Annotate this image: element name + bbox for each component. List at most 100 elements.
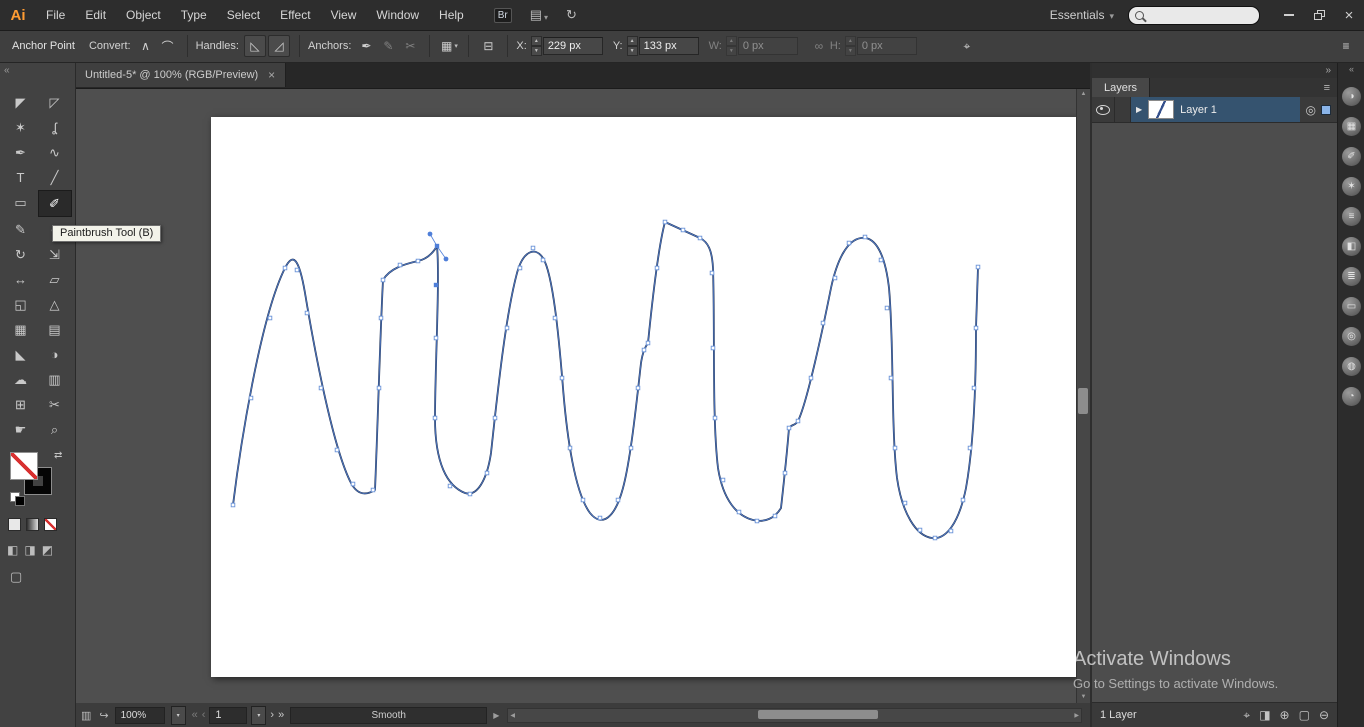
eyedropper-tool[interactable]: ◣ — [4, 342, 38, 367]
rectangle-tool[interactable]: ▭ — [4, 190, 38, 215]
width-tool[interactable]: ↔ — [4, 267, 38, 292]
artboards-panel-icon[interactable]: ▭ — [1342, 297, 1361, 316]
status-grid-icon[interactable]: ▥ — [81, 709, 91, 722]
zoom-level[interactable]: 100% — [114, 706, 165, 724]
canvas-area[interactable] — [75, 88, 1090, 703]
libraries-panel-icon[interactable]: ◔ — [1342, 387, 1361, 406]
w-input[interactable]: 0 px — [737, 37, 798, 55]
convert-corner-icon[interactable]: ∧ — [136, 36, 156, 56]
selection-tool[interactable]: ◤ — [4, 90, 38, 115]
bridge-icon[interactable]: Br — [493, 7, 512, 23]
symbols-panel-icon[interactable]: ✶ — [1342, 177, 1361, 196]
mesh-tool[interactable]: ▦ — [4, 317, 38, 342]
status-export-icon[interactable]: ↪ — [99, 709, 108, 722]
brushes-panel-icon[interactable]: ✐ — [1342, 147, 1361, 166]
gradient-panel-icon[interactable]: ◧ — [1342, 237, 1361, 256]
first-artboard-icon[interactable] — [192, 709, 198, 721]
menu-view[interactable]: View — [321, 0, 367, 30]
h-decrement[interactable] — [844, 46, 856, 56]
magic-wand-tool[interactable]: ✶ — [4, 115, 38, 140]
arrange-documents-icon[interactable]: ▤ — [530, 7, 548, 23]
minimize-button[interactable] — [1274, 0, 1304, 30]
scale-tool[interactable]: ⇲ — [38, 242, 72, 267]
y-decrement[interactable] — [626, 46, 638, 56]
status-display-field[interactable]: Smooth — [290, 706, 488, 724]
slice-tool[interactable]: ✂ — [38, 392, 72, 417]
link-dimensions-icon[interactable]: ∞ — [809, 36, 829, 56]
app-logo-icon[interactable]: Ai — [0, 7, 36, 24]
tab-close-icon[interactable]: × — [268, 68, 275, 82]
vertical-scroll-thumb[interactable] — [1078, 388, 1088, 414]
zoom-tool[interactable]: ⌕ — [38, 417, 72, 442]
gradient-tool[interactable]: ▤ — [38, 317, 72, 342]
artboard-tool[interactable]: ⊞ — [4, 392, 38, 417]
h-increment[interactable] — [844, 36, 856, 46]
menu-edit[interactable]: Edit — [75, 0, 116, 30]
previous-artboard-icon[interactable] — [202, 709, 206, 721]
cut-path-icon[interactable]: ✂ — [400, 36, 420, 56]
paintbrush-tool[interactable]: ✐ — [37, 190, 72, 217]
next-artboard-icon[interactable] — [270, 709, 274, 721]
gradient-button[interactable] — [26, 518, 39, 531]
new-layer-icon[interactable]: ▢ — [1299, 708, 1310, 723]
blend-tool[interactable]: ◑ — [38, 342, 72, 367]
fill-swatch[interactable] — [10, 452, 38, 480]
expand-dock-icon[interactable] — [1349, 64, 1354, 74]
collapse-tools-icon[interactable] — [4, 65, 10, 76]
workspace-switcher[interactable]: Essentials — [1050, 8, 1114, 22]
menu-help[interactable]: Help — [429, 0, 474, 30]
remove-anchor-icon[interactable]: ✒ — [356, 36, 376, 56]
h-input[interactable]: 0 px — [856, 37, 917, 55]
document-recovery-icon[interactable]: ↻ — [566, 7, 577, 23]
layer-name[interactable]: Layer 1 — [1180, 104, 1217, 116]
w-increment[interactable] — [725, 36, 737, 46]
tab-layers[interactable]: Layers — [1092, 78, 1151, 97]
swap-fill-stroke-icon[interactable] — [54, 450, 62, 461]
disclosure-icon[interactable] — [1136, 105, 1142, 114]
free-transform-tool[interactable]: ▱ — [38, 267, 72, 292]
target-icon[interactable] — [1306, 103, 1316, 117]
control-panel-menu-icon[interactable] — [1336, 36, 1356, 56]
transform-menu-icon[interactable]: ▦ — [439, 36, 459, 56]
new-sublayer-icon[interactable]: ⊕ — [1280, 708, 1290, 723]
menu-select[interactable]: Select — [217, 0, 270, 30]
status-expand-icon[interactable] — [493, 711, 499, 720]
close-button[interactable]: × — [1334, 0, 1364, 30]
artboard-number-input[interactable]: 1 — [209, 706, 248, 724]
artboard[interactable] — [211, 117, 1076, 677]
document-tab[interactable]: Untitled-5* @ 100% (RGB/Preview) × — [75, 62, 287, 87]
collapse-panel-icon[interactable] — [1325, 65, 1331, 76]
y-input[interactable]: 133 px — [638, 37, 699, 55]
artboard-dropdown-icon[interactable] — [251, 705, 267, 725]
appearance-panel-icon[interactable]: ◎ — [1342, 327, 1361, 346]
type-tool[interactable]: T — [4, 165, 38, 190]
lock-toggle[interactable] — [1115, 97, 1131, 122]
color-panel-icon[interactable]: ◑ — [1342, 87, 1361, 106]
line-segment-tool[interactable]: ╱ — [38, 165, 72, 190]
x-decrement[interactable] — [530, 46, 542, 56]
symbol-sprayer-tool[interactable]: ☁ — [4, 367, 38, 392]
perspective-grid-tool[interactable]: △ — [38, 292, 72, 317]
draw-inside-icon[interactable] — [42, 543, 53, 557]
scroll-left-icon[interactable] — [510, 709, 515, 722]
none-button[interactable] — [44, 518, 57, 531]
restore-button[interactable] — [1304, 0, 1334, 30]
screen-mode-icon[interactable] — [10, 569, 22, 584]
horizontal-scroll-thumb[interactable] — [758, 709, 879, 719]
paragraph-panel-icon[interactable]: ≣ — [1342, 267, 1361, 286]
column-graph-tool[interactable]: ▥ — [38, 367, 72, 392]
color-button[interactable] — [8, 518, 21, 531]
zoom-dropdown-icon[interactable] — [170, 705, 186, 725]
lasso-tool[interactable]: ʆ — [38, 115, 72, 140]
vertical-scrollbar[interactable] — [1076, 88, 1090, 703]
x-increment[interactable] — [530, 36, 542, 46]
convert-smooth-icon[interactable]: ⌒ — [158, 36, 178, 56]
locate-object-icon[interactable]: ⌖ — [1243, 708, 1250, 723]
scroll-down-icon[interactable] — [1077, 694, 1090, 700]
draw-behind-icon[interactable] — [24, 543, 35, 557]
search-box[interactable] — [1128, 5, 1295, 25]
hand-tool[interactable]: ☛ — [4, 417, 38, 442]
layer-row[interactable]: Layer 1 — [1092, 97, 1337, 123]
rotate-tool[interactable]: ↻ — [4, 242, 38, 267]
shape-builder-tool[interactable]: ◱ — [4, 292, 38, 317]
